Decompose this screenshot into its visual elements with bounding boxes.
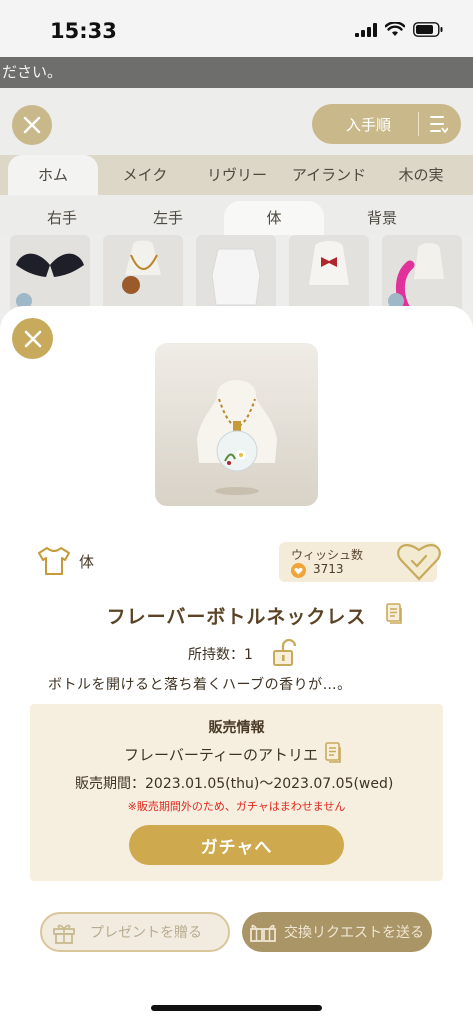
tab-home[interactable]: ホム <box>8 155 98 195</box>
category-label: 体 <box>79 552 95 571</box>
banner: ださい。 <box>0 57 473 88</box>
wish-count: 3713 <box>313 562 344 576</box>
background-close-button[interactable] <box>12 105 52 145</box>
item-detail-modal: 体 ウィッシュ数 3713 フレーバーボトルネックレス 所持数：1 ボトルを開け… <box>0 306 473 1024</box>
shop-name: フレーバーティーのアトリエ <box>124 746 318 764</box>
heart-badge-icon <box>291 563 306 578</box>
ribbon-image <box>309 241 349 285</box>
item-image <box>155 343 318 506</box>
close-button[interactable] <box>12 318 53 359</box>
signal-icon <box>355 22 377 37</box>
heart-check-icon[interactable] <box>396 540 442 582</box>
status-time: 15:33 <box>50 19 117 43</box>
sort-divider <box>418 112 419 136</box>
item-card-necklace[interactable] <box>103 235 183 315</box>
sort-icon <box>430 116 448 134</box>
necklace-bottle-image <box>197 380 277 495</box>
trade-request-label: 交換リクエストを送る <box>284 925 424 941</box>
subtab-body[interactable]: 体 <box>224 201 324 235</box>
sale-info-title: 販売情報 <box>208 720 265 736</box>
close-icon <box>24 330 41 347</box>
sort-button[interactable]: 入手順 <box>312 104 461 144</box>
trade-icon <box>250 924 276 942</box>
sub-tabs: 右手 左手 体 背景 <box>0 195 473 235</box>
item-card-wings[interactable] <box>10 235 90 315</box>
owned-count: 所持数：1 <box>188 647 253 663</box>
tab-island[interactable]: アイランド <box>284 155 374 195</box>
wifi-icon <box>385 22 405 36</box>
close-icon <box>23 116 41 134</box>
subtab-right-hand[interactable]: 右手 <box>12 201 112 235</box>
document-icon[interactable] <box>325 742 343 764</box>
shirt-image <box>211 248 261 306</box>
subtab-left-hand[interactable]: 左手 <box>118 201 218 235</box>
subtab-background[interactable]: 背景 <box>332 201 432 235</box>
unlock-icon[interactable] <box>271 639 297 667</box>
battery-icon <box>413 22 443 37</box>
item-category: 体 <box>37 546 94 576</box>
category-tabs: ホム メイク リヴリー アイランド 木の実 <box>0 155 473 195</box>
item-card-ribbon[interactable] <box>289 235 369 315</box>
trade-request-button[interactable]: 交換リクエストを送る <box>242 912 432 952</box>
wish-label: ウィッシュ数 <box>291 548 364 562</box>
document-icon[interactable] <box>386 603 404 625</box>
tail-image <box>388 243 444 314</box>
shirt-icon <box>38 547 70 575</box>
home-indicator[interactable] <box>151 1005 322 1011</box>
send-gift-button[interactable]: プレゼントを贈る <box>40 912 230 952</box>
status-bar: 15:33 <box>0 0 473 57</box>
sale-info-box: 販売情報 フレーバーティーのアトリエ 販売期間：2023.01.05(thu)〜… <box>30 704 443 881</box>
item-card-shirt[interactable] <box>196 235 276 315</box>
wings-image <box>16 253 84 309</box>
item-description: ボトルを開けると落ち着くハーブの香りが…。 <box>48 677 352 693</box>
tab-nuts[interactable]: 木の実 <box>376 155 466 195</box>
sort-label: 入手順 <box>346 115 392 134</box>
sale-period: 販売期間：2023.01.05(thu)〜2023.07.05(wed) <box>75 776 394 792</box>
necklace-image <box>122 240 161 294</box>
gift-icon <box>53 924 75 944</box>
status-icons <box>355 22 443 37</box>
gacha-button[interactable]: ガチャへ <box>129 825 344 865</box>
item-card-tail[interactable] <box>382 235 462 315</box>
sale-notice: ※販売期間外のため、ガチャはまわせません <box>127 800 346 813</box>
tab-make[interactable]: メイク <box>100 155 190 195</box>
tab-livly[interactable]: リヴリー <box>192 155 282 195</box>
send-gift-label: プレゼントを贈る <box>90 925 202 941</box>
